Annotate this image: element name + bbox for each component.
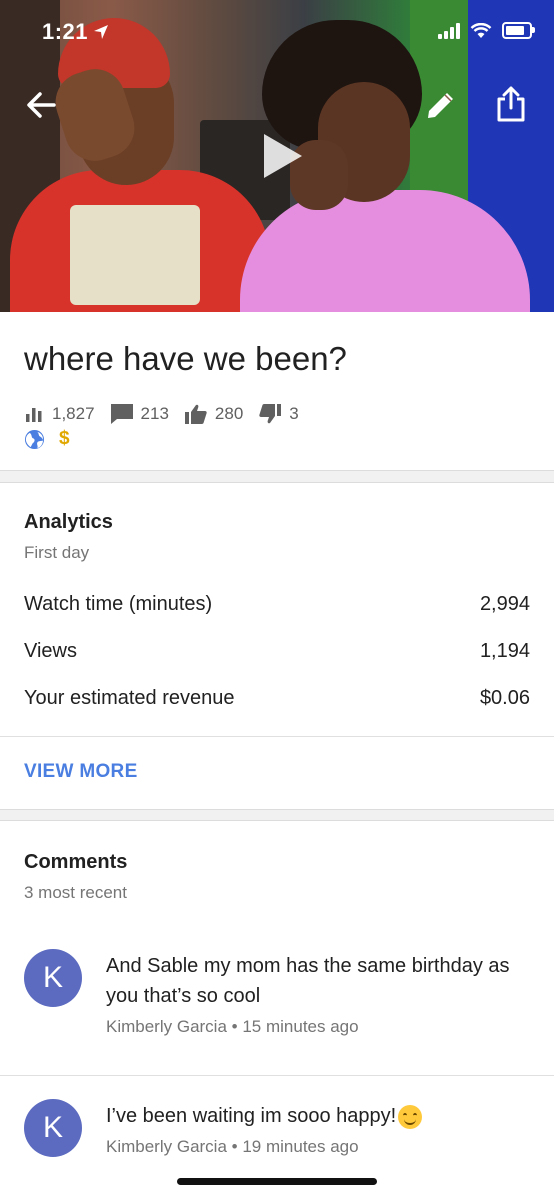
metric-value: 1,194 — [479, 640, 530, 662]
analytics-card: Analytics First day Watch time (minutes)… — [0, 482, 554, 810]
metric-label: Views — [24, 640, 77, 662]
comment-time: 19 minutes ago — [242, 1137, 359, 1156]
likes-stat: 280 — [184, 404, 244, 424]
battery-icon — [502, 22, 535, 39]
bar-chart-icon — [26, 408, 42, 422]
thumbs-up-icon — [184, 404, 207, 424]
video-badges: $ — [24, 428, 70, 450]
smiling-emoji-icon — [398, 1104, 423, 1129]
dollar-icon: $ — [59, 428, 70, 449]
metric-row-watch-time: Watch time (minutes) 2,994 — [24, 593, 530, 616]
comment-text: And Sable my mom has the same birthday a… — [106, 955, 510, 1007]
location-arrow-icon — [94, 25, 109, 39]
video-thumbnail[interactable]: 1:21 — [0, 0, 554, 312]
status-bar-icons — [438, 22, 535, 39]
views-stat: 1,827 — [26, 404, 95, 424]
view-more-button[interactable]: VIEW MORE — [24, 761, 138, 783]
status-bar-time: 1:21 — [38, 19, 109, 45]
comments-card: Comments 3 most recent K And Sable my mo… — [0, 820, 554, 1201]
home-indicator[interactable] — [177, 1178, 377, 1185]
comment-time: 15 minutes ago — [242, 1017, 359, 1036]
play-icon — [264, 134, 302, 178]
video-stats: 1,827 213 280 3 — [26, 404, 315, 424]
avatar[interactable]: K — [24, 949, 82, 1007]
likes-count: 280 — [214, 404, 244, 423]
play-button[interactable] — [258, 130, 306, 182]
metric-label: Watch time (minutes) — [24, 593, 213, 615]
back-arrow-icon — [27, 92, 56, 118]
metric-value: 2,994 — [479, 593, 530, 615]
comments-title: Comments — [24, 851, 128, 873]
comment-author: Kimberly Garcia — [106, 1137, 227, 1156]
comment-meta: Kimberly Garcia • 15 minutes ago — [106, 1017, 359, 1037]
meta-separator: • — [231, 1017, 243, 1036]
cellular-signal-icon — [438, 22, 460, 39]
comment-icon — [110, 404, 133, 424]
back-button[interactable] — [24, 88, 60, 124]
status-time-text: 1:21 — [42, 19, 89, 44]
share-icon — [497, 86, 525, 122]
thumbnail-person — [70, 205, 200, 305]
comment-text: I’ve been waiting im sooo happy! — [106, 1105, 397, 1127]
thumbs-down-icon — [259, 404, 282, 424]
pencil-icon — [428, 93, 453, 118]
avatar[interactable]: K — [24, 1099, 82, 1157]
video-info-card: where have we been? 1,827 213 280 3 $ — [0, 312, 554, 471]
video-title: where have we been? — [24, 340, 347, 377]
views-count: 1,827 — [52, 404, 95, 423]
edit-button[interactable] — [424, 88, 460, 124]
dislikes-count: 3 — [289, 404, 299, 423]
wifi-icon — [470, 22, 492, 38]
comments-count: 213 — [140, 404, 169, 423]
globe-icon — [24, 429, 45, 449]
metric-value: $0.06 — [479, 687, 530, 709]
analytics-title: Analytics — [24, 511, 113, 533]
comment-text-wrap: I’ve been waiting im sooo happy! — [106, 1101, 536, 1131]
comments-stat: 213 — [110, 404, 169, 424]
metric-row-views: Views 1,194 — [24, 640, 530, 663]
analytics-subtitle: First day — [24, 543, 90, 562]
comment-divider — [0, 1075, 554, 1076]
metric-label: Your estimated revenue — [24, 687, 235, 709]
section-divider — [0, 736, 554, 737]
comment-meta: Kimberly Garcia • 19 minutes ago — [106, 1137, 359, 1157]
comment-author: Kimberly Garcia — [106, 1017, 227, 1036]
dislikes-stat: 3 — [259, 404, 299, 424]
comments-subtitle: 3 most recent — [24, 883, 127, 902]
share-button[interactable] — [494, 84, 530, 124]
metric-row-revenue: Your estimated revenue $0.06 — [24, 687, 530, 710]
meta-separator: • — [231, 1137, 243, 1156]
